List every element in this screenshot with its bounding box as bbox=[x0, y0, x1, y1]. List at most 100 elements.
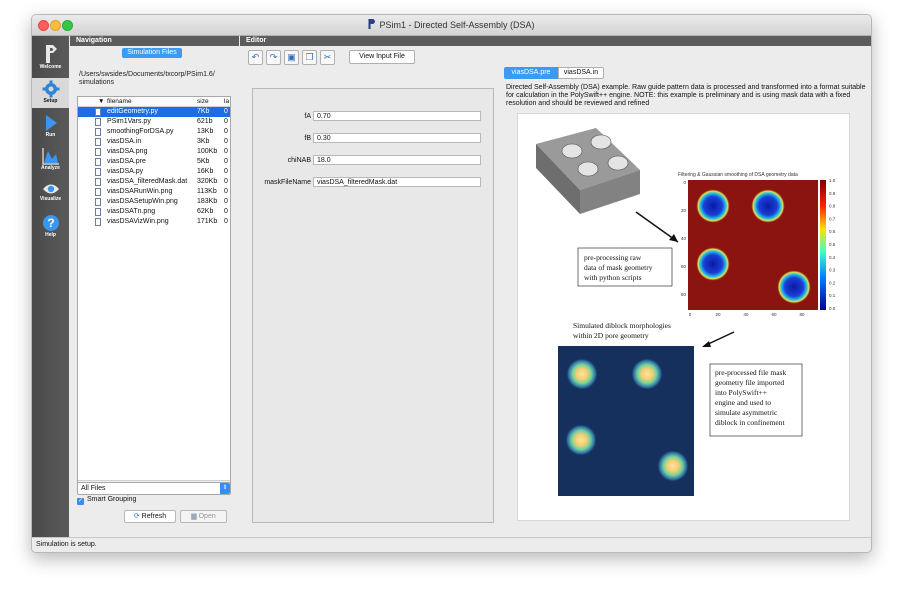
file-row[interactable]: viasDSA.py 16Kb 0 bbox=[78, 167, 230, 177]
file-row[interactable]: viasDSA.pre 5Kb 0 bbox=[78, 157, 230, 167]
heatmap-y-ticks: 0 20 40 60 80 bbox=[681, 180, 687, 297]
file-icon bbox=[95, 118, 101, 126]
file-size: 5Kb bbox=[197, 158, 210, 165]
svg-text:?: ? bbox=[47, 216, 54, 230]
folder-icon: ▆ bbox=[191, 513, 197, 520]
column-filename[interactable]: filename bbox=[107, 98, 132, 105]
file-icon bbox=[95, 188, 101, 196]
play-icon bbox=[45, 115, 57, 131]
annotation-1-line-1: pre-processing raw bbox=[584, 253, 642, 262]
arrow-1-head bbox=[669, 234, 678, 242]
copy-button[interactable]: ❐ bbox=[302, 50, 317, 65]
param-input-fb[interactable]: 0.30 bbox=[313, 133, 481, 143]
column-size[interactable]: size bbox=[197, 98, 209, 105]
file-filter-select[interactable]: All Files ⇕ bbox=[77, 482, 231, 495]
param-input-fa[interactable]: 0.70 bbox=[313, 111, 481, 121]
file-size: 320Kb bbox=[197, 178, 218, 185]
file-size: 171Kb bbox=[197, 218, 218, 225]
file-extra: 0 bbox=[224, 198, 228, 205]
sidebar-item-setup[interactable]: Setup bbox=[32, 78, 69, 108]
heatmap-colorbar bbox=[820, 180, 826, 310]
smart-grouping-label: Smart Grouping bbox=[87, 496, 137, 503]
file-row[interactable]: viasDSASetupWin.png 183Kb 0 bbox=[78, 197, 230, 207]
file-name: smoothingForDSA.py bbox=[107, 128, 174, 135]
sidebar-item-label: Setup bbox=[43, 98, 58, 104]
save-button[interactable]: ▣ bbox=[284, 50, 299, 65]
psim-logo-icon bbox=[368, 19, 376, 29]
file-extra: 0 bbox=[224, 128, 228, 135]
file-row[interactable]: viasDSARunWin.png 113Kb 0 bbox=[78, 187, 230, 197]
path-line: /Users/swsides/Documents/txcorp/PSim1.6/ bbox=[79, 71, 215, 78]
colorbar-tick-label: 0.8 bbox=[829, 204, 836, 209]
file-size: 621b bbox=[197, 118, 213, 125]
tab-viasdsa-pre[interactable]: viasDSA.pre bbox=[504, 67, 558, 79]
heatmap-well bbox=[777, 270, 811, 304]
sidebar-item-help[interactable]: ? Help bbox=[32, 214, 69, 242]
sidebar-item-welcome[interactable]: Welcome bbox=[32, 44, 69, 76]
morphology-domain bbox=[631, 358, 663, 390]
file-name: viasDSARunWin.png bbox=[107, 188, 173, 195]
annotation-1-line-2: data of mask geometry bbox=[584, 263, 653, 272]
heatmap-well bbox=[751, 189, 785, 223]
file-size: 100Kb bbox=[197, 148, 218, 155]
cut-button[interactable]: ✂ bbox=[320, 50, 335, 65]
file-icon bbox=[95, 218, 101, 226]
file-extra: 0 bbox=[224, 178, 228, 185]
redo-button[interactable]: ↷ bbox=[266, 50, 281, 65]
column-extra[interactable]: la bbox=[224, 98, 229, 105]
file-row[interactable]: viasDSAVizWin.png 171Kb 0 bbox=[78, 217, 230, 227]
annotation-3-line-5: simulate asymmetric bbox=[715, 408, 778, 417]
colorbar-tick-label: 0.5 bbox=[829, 242, 836, 247]
param-label-chinab: chiNAB bbox=[287, 157, 311, 164]
file-icon bbox=[95, 148, 101, 156]
tab-viasdsa-in[interactable]: viasDSA.in bbox=[558, 67, 604, 79]
file-icon bbox=[95, 158, 101, 166]
open-button[interactable]: ▆ Open bbox=[180, 510, 227, 523]
param-input-maskfilename[interactable]: viasDSA_filteredMask.dat bbox=[313, 177, 481, 187]
file-row[interactable]: viasDSA_filteredMask.dat 320Kb 0 bbox=[78, 177, 230, 187]
heatmap-x-tick-label: 80 bbox=[799, 312, 805, 317]
sidebar-item-visualize[interactable]: Visualize bbox=[32, 182, 69, 208]
sidebar-item-run[interactable]: Run bbox=[32, 114, 69, 142]
file-row[interactable]: smoothingForDSA.py 13Kb 0 bbox=[78, 127, 230, 137]
file-row[interactable]: editGeometry.py 7Kb 0 bbox=[78, 107, 230, 117]
file-list[interactable]: ▼ filename size la editGeometry.py 7Kb 0 PS… bbox=[77, 96, 231, 488]
file-size: 3Kb bbox=[197, 138, 210, 145]
redo-icon: ↷ bbox=[269, 52, 278, 62]
file-size: 62Kb bbox=[197, 208, 214, 215]
param-input-chinab[interactable]: 18.0 bbox=[313, 155, 481, 165]
annotation-3-line-3: into PolySwift++ bbox=[715, 388, 767, 397]
sidebar-item-label: Run bbox=[45, 132, 56, 138]
undo-button[interactable]: ↶ bbox=[248, 50, 263, 65]
sidebar-item-label: Visualize bbox=[39, 196, 62, 202]
file-row[interactable]: viasDSA.png 100Kb 0 bbox=[78, 147, 230, 157]
file-name: viasDSA_filteredMask.dat bbox=[107, 178, 188, 185]
file-size: 16Kb bbox=[197, 168, 214, 175]
file-row[interactable]: viasDSATn.png 62Kb 0 bbox=[78, 207, 230, 217]
sort-indicator[interactable]: ▼ bbox=[98, 98, 104, 105]
morphology-domain bbox=[566, 358, 598, 390]
file-extra: 0 bbox=[224, 138, 228, 145]
editor-header: Editor bbox=[240, 36, 871, 46]
annotation-2-line-2: within 2D pore geometry bbox=[573, 331, 649, 340]
file-name: viasDSATn.png bbox=[107, 208, 156, 215]
heatmap-y-tick-label: 20 bbox=[681, 208, 687, 213]
refresh-button[interactable]: ⟳ Refresh bbox=[124, 510, 176, 523]
sidebar-item-analyze[interactable]: Analyze bbox=[32, 147, 69, 177]
file-extra: 0 bbox=[224, 158, 228, 165]
file-row[interactable]: PSim1Vars.py 621b 0 bbox=[78, 117, 230, 127]
save-icon: ▣ bbox=[287, 52, 296, 62]
path-line: simulations bbox=[79, 79, 115, 86]
simulation-files-button[interactable]: Simulation Files bbox=[122, 48, 182, 58]
sidebar-item-label: Help bbox=[45, 232, 56, 238]
file-name: viasDSA.pre bbox=[107, 158, 146, 165]
simulation-path: /Users/swsides/Documents/txcorp/PSim1.6/… bbox=[79, 71, 239, 87]
file-row[interactable]: viasDSA.in 3Kb 0 bbox=[78, 137, 230, 147]
param-label-maskfilename: maskFileName bbox=[264, 179, 311, 186]
open-label: Open bbox=[198, 513, 216, 520]
view-input-file-button[interactable]: View Input File bbox=[349, 50, 415, 64]
scissors-icon: ✂ bbox=[323, 52, 332, 62]
colorbar-tick-label: 0.7 bbox=[829, 216, 836, 221]
help-icon: ? bbox=[42, 215, 59, 231]
smart-grouping-checkbox[interactable]: ✓ Smart Grouping bbox=[77, 496, 136, 505]
